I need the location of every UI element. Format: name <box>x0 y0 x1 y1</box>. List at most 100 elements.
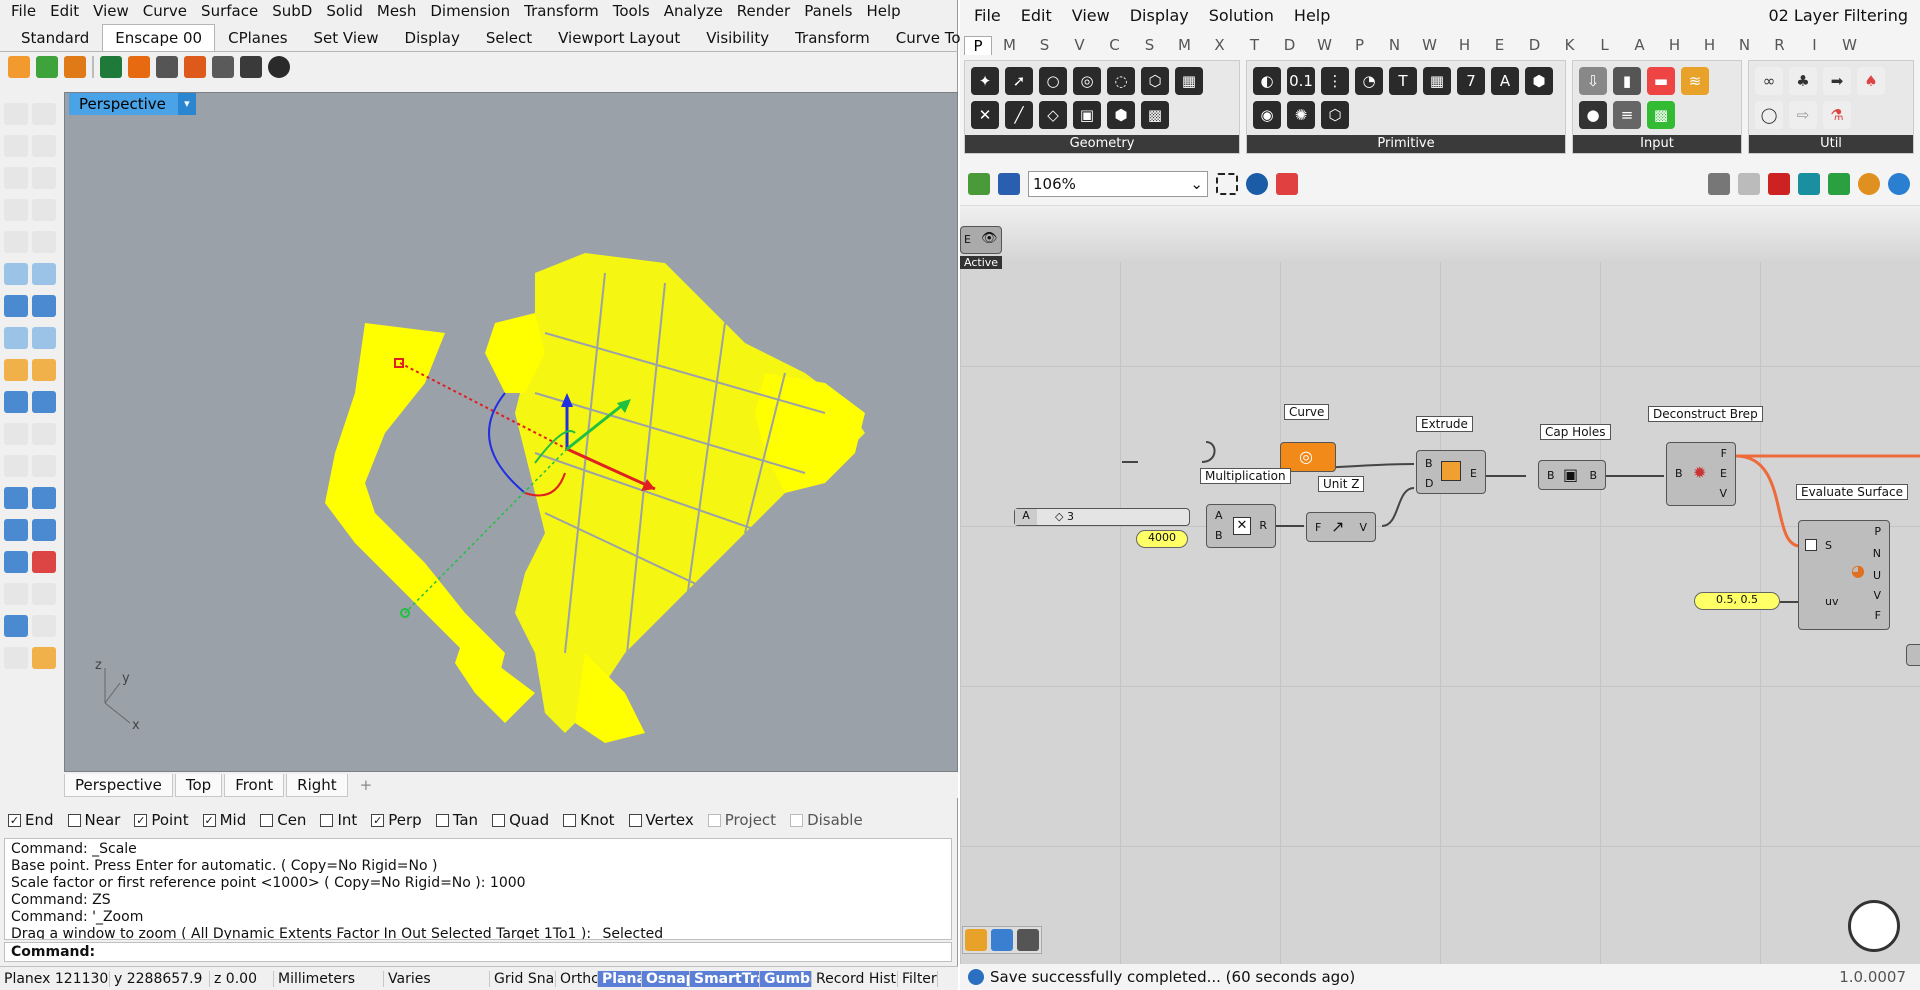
gh-tab-4[interactable]: C <box>1097 36 1132 54</box>
osnap-perp[interactable]: ✓ Perp <box>371 811 422 829</box>
enscape-materials-icon[interactable] <box>156 56 178 78</box>
extrude-e-port[interactable]: E <box>1470 467 1477 480</box>
circle-tool-icon[interactable] <box>4 167 28 189</box>
tab-perspective[interactable]: Perspective <box>64 773 173 797</box>
osnap-cen[interactable]: Cen <box>260 811 306 829</box>
eval-p-port[interactable]: P <box>1874 525 1881 538</box>
boolean-tool-icon[interactable] <box>4 423 28 445</box>
menu-help[interactable]: Help <box>859 1 907 21</box>
menu-view[interactable]: View <box>86 1 136 21</box>
gh-tab-5[interactable]: S <box>1132 36 1167 54</box>
checkbox-icon[interactable]: ✓ <box>202 813 216 827</box>
polyline-tool-icon[interactable] <box>4 135 28 157</box>
util-panel-label[interactable]: Util <box>1749 135 1913 153</box>
gh-menu-help[interactable]: Help <box>1284 6 1340 25</box>
analyze-tool-icon[interactable] <box>32 551 56 573</box>
menu-mesh[interactable]: Mesh <box>370 1 424 21</box>
checkbox-icon[interactable] <box>67 813 81 827</box>
util-relay-icon[interactable]: ➡ <box>1823 67 1851 95</box>
geometry-arc-icon[interactable]: ◎ <box>1073 67 1101 95</box>
preview-wire-icon[interactable] <box>1738 172 1760 195</box>
preview-shaded-icon[interactable] <box>1768 172 1790 195</box>
mult-b-port[interactable]: B <box>1215 529 1223 542</box>
osnap-near[interactable]: Near <box>67 811 120 829</box>
trim-tool-icon[interactable] <box>4 391 28 413</box>
menu-tools[interactable]: Tools <box>606 1 657 21</box>
enscape-views-icon[interactable] <box>64 56 86 78</box>
cap-b-out-port[interactable]: B <box>1589 469 1597 482</box>
dimension-tool-icon[interactable] <box>32 487 56 509</box>
gh-bottom-export-icon[interactable] <box>1017 929 1039 951</box>
geometry-vector-icon[interactable]: ➚ <box>1005 67 1033 95</box>
menu-edit[interactable]: Edit <box>43 1 86 21</box>
tab-standard[interactable]: Standard <box>8 24 102 51</box>
primitive-data-icon[interactable]: ⬢ <box>1525 67 1553 95</box>
gh-tab-11[interactable]: P <box>1342 36 1377 54</box>
checkbox-icon[interactable] <box>563 813 577 827</box>
box-tool-icon[interactable] <box>4 295 28 317</box>
checkbox-icon[interactable]: ✓ <box>8 813 21 827</box>
planar-toggle[interactable]: Planai <box>598 970 642 987</box>
tab-display[interactable]: Display <box>392 24 473 51</box>
save-file-icon[interactable] <box>998 172 1020 195</box>
gh-tab-16[interactable]: D <box>1517 36 1552 54</box>
osnap-vertex[interactable]: Vertex <box>628 811 694 829</box>
gh-tab-22[interactable]: N <box>1727 36 1762 54</box>
input-toggle-icon[interactable]: ● <box>1579 101 1607 129</box>
gh-tab-25[interactable]: W <box>1832 36 1867 54</box>
surface-tool-icon[interactable] <box>4 263 28 285</box>
gh-tab-0[interactable]: P <box>964 35 992 55</box>
smarttrack-toggle[interactable]: SmartTra <box>690 970 760 987</box>
number-slider[interactable]: A ◇ 3 <box>1014 508 1190 526</box>
gh-tab-6[interactable]: M <box>1167 36 1202 54</box>
point-tool-icon[interactable] <box>32 103 56 125</box>
util-flask-icon[interactable]: ⚗ <box>1823 101 1851 129</box>
arc-tool-icon[interactable] <box>4 199 28 221</box>
gh-tab-2[interactable]: S <box>1027 36 1062 54</box>
osnap-knot[interactable]: Knot <box>563 811 615 829</box>
unitz-f-port[interactable]: F <box>1315 521 1321 534</box>
tab-viewport-layout[interactable]: Viewport Layout <box>545 24 693 51</box>
explode-tool-icon[interactable] <box>4 359 28 381</box>
mult-a-port[interactable]: A <box>1215 509 1223 522</box>
dots-tool-icon[interactable] <box>32 583 56 605</box>
select-tool-icon[interactable] <box>4 103 28 125</box>
gh-tab-20[interactable]: H <box>1657 36 1692 54</box>
unit-z-node[interactable]: F ↗ V <box>1306 512 1376 542</box>
ellipse-tool-icon[interactable] <box>32 167 56 189</box>
enscape-settings-icon[interactable] <box>212 56 234 78</box>
multiplication-node[interactable]: A B ✕ R <box>1206 504 1276 548</box>
layer-display[interactable]: Varies <box>384 970 490 987</box>
primitive-boolean-icon[interactable]: ◐ <box>1253 67 1281 95</box>
checkbox-icon[interactable] <box>492 813 506 827</box>
eval-s-port[interactable]: S <box>1825 539 1832 552</box>
checkbox-icon[interactable]: ✓ <box>371 813 385 827</box>
geometry-plane-icon[interactable]: ◇ <box>1039 101 1067 129</box>
preview-eye-icon[interactable] <box>1246 172 1268 195</box>
gh-menu-display[interactable]: Display <box>1120 6 1199 25</box>
preview-mesh-icon[interactable] <box>1828 172 1850 195</box>
menu-transform[interactable]: Transform <box>517 1 606 21</box>
cap-holes-node[interactable]: B ▣ B <box>1538 460 1606 490</box>
units-display[interactable]: Millimeters <box>274 970 384 987</box>
tab-right[interactable]: Right <box>286 773 348 797</box>
loft-tool-icon[interactable] <box>32 263 56 285</box>
eval-n-port[interactable]: N <box>1873 547 1881 560</box>
checkbox-icon[interactable]: ✓ <box>134 813 148 827</box>
tab-visibility[interactable]: Visibility <box>693 24 782 51</box>
menu-analyze[interactable]: Analyze <box>657 1 730 21</box>
tab-top[interactable]: Top <box>174 773 223 797</box>
geometry-box-icon[interactable]: ▣ <box>1073 101 1101 129</box>
deconstruct-brep-node[interactable]: B ✹ F E V <box>1666 442 1736 506</box>
menu-file[interactable]: File <box>4 1 43 21</box>
input-panel-label[interactable]: Input <box>1573 135 1741 153</box>
gh-tab-18[interactable]: L <box>1587 36 1622 54</box>
canvas-compass-icon[interactable] <box>1848 900 1900 952</box>
enscape-start-icon[interactable] <box>8 56 30 78</box>
curve-tool-icon[interactable] <box>32 135 56 157</box>
enscape-asset-icon[interactable] <box>100 56 122 78</box>
tab-cplanes[interactable]: CPlanes <box>215 24 300 51</box>
tab-transform[interactable]: Transform <box>782 24 883 51</box>
gh-tab-17[interactable]: K <box>1552 36 1587 54</box>
menu-curve[interactable]: Curve <box>136 1 194 21</box>
